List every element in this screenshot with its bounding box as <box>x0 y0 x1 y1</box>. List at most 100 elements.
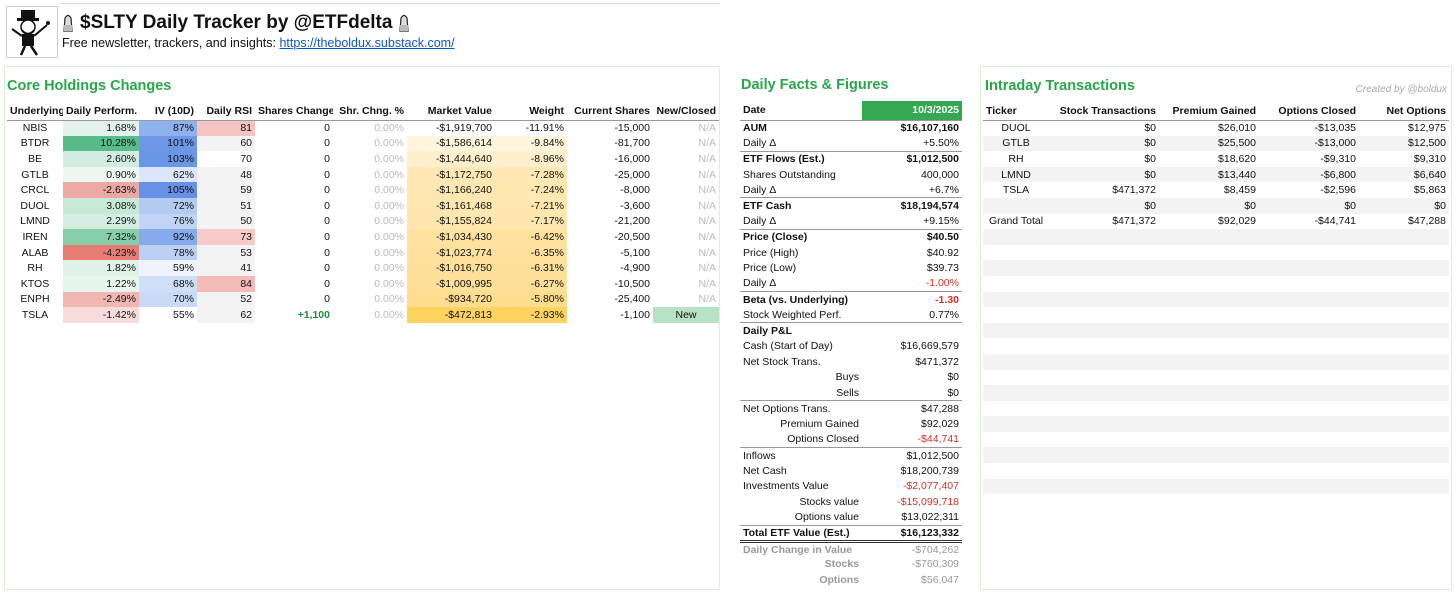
table-cell: DUOL <box>1001 122 1031 135</box>
table-cell: N/A <box>698 246 716 259</box>
table-cell: $8,459 <box>1223 184 1256 197</box>
facts-row: Options value $13,022,311 <box>740 510 962 526</box>
facts-value: $1,012,500 <box>862 150 962 167</box>
table-cell: 0 <box>324 262 330 275</box>
table-row <box>983 385 1449 401</box>
facts-label: Stocks <box>824 558 859 571</box>
table-cell: 62% <box>139 166 197 183</box>
empty-cell <box>1259 479 1359 495</box>
column-header: Weight <box>495 102 567 121</box>
table-cell: 81 <box>197 120 255 136</box>
table-cell: 59 <box>197 182 255 198</box>
table-cell: $0 <box>1144 122 1156 135</box>
table-cell: 0 <box>324 215 330 228</box>
table-row <box>983 494 1449 510</box>
facts-value: $16,669,579 <box>900 340 959 353</box>
facts-value: +5.50% <box>923 137 959 150</box>
table-cell: N/A <box>698 230 716 243</box>
table-cell: LMND <box>20 215 50 228</box>
column-header: Net Options <box>1359 102 1449 121</box>
table-cell: ENPH <box>20 293 50 306</box>
table-cell: 2.29% <box>63 213 139 230</box>
empty-cell <box>1159 292 1259 308</box>
core-holdings-table: Underlying Daily Perform. IV (10D) Daily RS… <box>7 102 719 323</box>
table-row <box>983 370 1449 386</box>
column-header: Shares Change <box>255 102 333 121</box>
facts-label: Net Options Trans. <box>740 400 862 417</box>
empty-cell <box>1359 479 1449 495</box>
table-cell: 0.00% <box>374 122 404 135</box>
empty-cell <box>1049 292 1159 308</box>
core-holdings-panel: Core Holdings Changes Underlying Daily Pe… <box>4 66 720 590</box>
table-cell: 92% <box>139 229 197 245</box>
table-cell: 0 <box>324 152 330 165</box>
table-row: IREN 7.32% 92% 73 0 0.00% -$1,034,430 -6.42% -20… <box>7 229 719 245</box>
table-row: CRCL -2.63% 105% 59 0 0.00% -$1,166,240 -7.24% -… <box>7 182 719 198</box>
table-cell: -$1,161,468 <box>407 197 495 214</box>
table-cell: 41 <box>197 260 255 276</box>
table-cell: 0.00% <box>374 277 404 290</box>
empty-cell <box>1159 276 1259 292</box>
table-cell: NBIS <box>22 122 48 135</box>
table-cell: -$1,172,750 <box>407 166 495 183</box>
empty-cell <box>1049 432 1159 448</box>
table-cell: -6.31% <box>495 260 567 276</box>
empty-cell <box>983 307 1049 323</box>
facts-row: Premium Gained $92,029 <box>740 416 962 432</box>
facts-value: -$760,309 <box>911 558 959 571</box>
empty-cell <box>1049 276 1159 292</box>
table-cell: -$13,035 <box>1314 122 1356 135</box>
facts-row: ETF Cash $18,194,574 <box>740 197 962 214</box>
table-cell: IREN <box>22 230 48 243</box>
table-row: TSLA $471,372 $8,459 -$2,596 $5,863 <box>983 182 1449 198</box>
facts-value: +6.7% <box>928 183 959 196</box>
empty-cell <box>1159 307 1259 323</box>
facts-value: $40.50 <box>862 228 962 245</box>
salt-shaker-icon <box>399 14 410 32</box>
table-cell: $0 <box>1344 199 1356 212</box>
facts-label: Beta (vs. Underlying) <box>740 291 862 308</box>
facts-label: Daily Δ <box>743 183 777 196</box>
salt-shaker-icon <box>63 14 73 32</box>
newsletter-link[interactable]: https://theboldux.substack.com/ <box>279 36 454 50</box>
monopoly-man-logo-icon <box>6 6 58 58</box>
table-row: ALAB -4.23% 78% 53 0 0.00% -$1,023,774 -6.35% -5… <box>7 244 719 261</box>
table-row: RH 1.82% 59% 41 0 0.00% -$1,016,750 -6.31% -4,90… <box>7 260 719 276</box>
table-cell: N/A <box>698 184 716 197</box>
table-cell: N/A <box>698 215 716 228</box>
table-cell: -15,000 <box>614 122 650 135</box>
table-cell: -$1,016,750 <box>407 260 495 276</box>
facts-row: Daily Δ +5.50% <box>740 136 962 152</box>
table-cell: 0 <box>324 277 330 290</box>
table-cell <box>983 198 1049 214</box>
table-cell: 0 <box>324 293 330 306</box>
empty-cell <box>1159 463 1259 479</box>
title-row: $SLTY Daily Tracker by @ETFdelta <box>62 12 410 34</box>
table-cell: GTLB <box>1002 137 1030 150</box>
page-title: $SLTY Daily Tracker by @ETFdelta <box>80 12 393 33</box>
table-row <box>983 307 1449 323</box>
table-cell: BTDR <box>20 137 50 150</box>
column-header: Stock Transactions <box>1049 102 1159 121</box>
table-cell: 3.08% <box>63 197 139 214</box>
table-cell: $0 <box>1144 199 1156 212</box>
facts-row: Daily Δ +9.15% <box>740 214 962 230</box>
table-cell: -1.42% <box>63 307 139 323</box>
table-cell: -$1,009,995 <box>407 275 495 292</box>
table-cell: -3,600 <box>620 199 650 212</box>
table-cell: 73 <box>197 229 255 245</box>
intraday-panel: Intraday Transactions Created by @boldux… <box>980 66 1452 590</box>
core-holdings-title: Core Holdings Changes <box>7 78 172 94</box>
facts-row: Daily P&L <box>740 322 962 339</box>
empty-cell <box>1159 447 1259 463</box>
facts-row: Inflows $1,012,500 <box>740 446 962 464</box>
facts-label: Daily P&L <box>740 322 862 339</box>
empty-cell <box>983 432 1049 448</box>
empty-cell <box>1359 447 1449 463</box>
table-cell: 0.00% <box>374 230 404 243</box>
empty-cell <box>1259 276 1359 292</box>
facts-label: Cash (Start of Day) <box>743 340 833 353</box>
table-cell: $18,620 <box>1218 152 1256 165</box>
facts-row: Beta (vs. Underlying) -1.30 <box>740 291 962 308</box>
table-cell: 1.68% <box>63 120 139 136</box>
